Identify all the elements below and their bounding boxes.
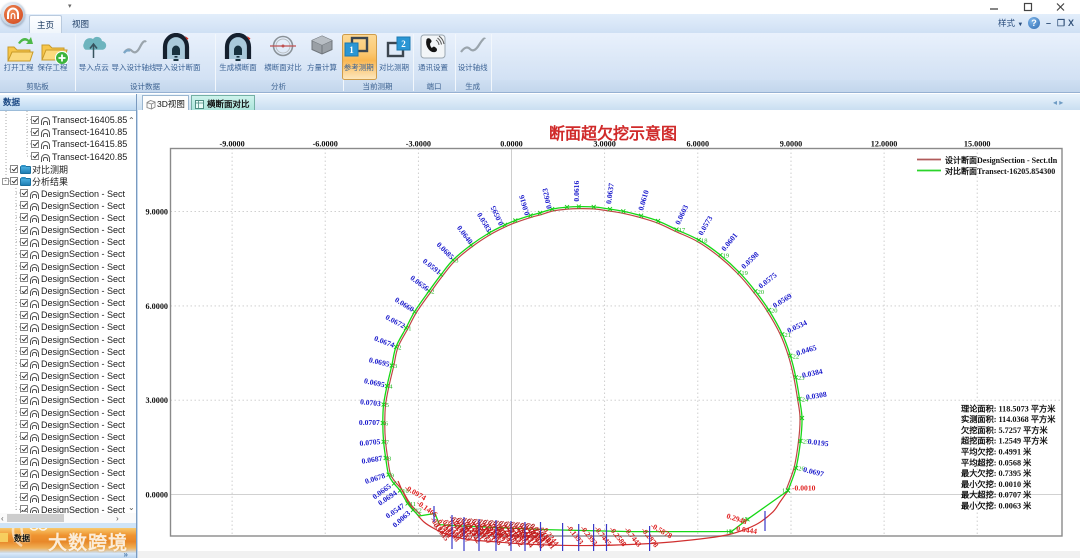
svg-text:2: 2: [431, 289, 434, 296]
svg-text:9.0000: 9.0000: [145, 208, 168, 217]
svg-text:6.0000: 6.0000: [145, 302, 168, 311]
svg-text:16: 16: [726, 529, 733, 536]
svg-text:19: 19: [723, 253, 730, 260]
svg-text:平均超挖: 0.0568 米: 平均超挖: 0.0568 米: [961, 457, 1032, 467]
svg-text:-3.0000: -3.0000: [406, 140, 431, 149]
svg-text:0.0707: 0.0707: [359, 418, 380, 427]
svg-text:3: 3: [455, 258, 458, 265]
svg-text:1: 1: [349, 45, 354, 55]
svg-text:0.0000: 0.0000: [500, 140, 523, 149]
svg-text:6.0000: 6.0000: [687, 140, 710, 149]
svg-text:3.0000: 3.0000: [145, 396, 168, 405]
svg-text:最小欠挖: 0.0063 米: 最小欠挖: 0.0063 米: [961, 501, 1032, 511]
svg-text:设计断面DesignSection - Sect.tln: 设计断面DesignSection - Sect.tln: [945, 155, 1058, 165]
svg-text:欠挖面积: 5.7257 平方米: 欠挖面积: 5.7257 平方米: [961, 425, 1048, 435]
svg-text:9.0000: 9.0000: [780, 140, 803, 149]
svg-text:0.0705: 0.0705: [359, 437, 381, 448]
svg-text:最小欠挖: 0.0010 米: 最小欠挖: 0.0010 米: [961, 479, 1032, 489]
svg-text:5: 5: [386, 402, 389, 409]
svg-text:超挖面积: 1.2549 平方米: 超挖面积: 1.2549 平方米: [960, 436, 1048, 446]
svg-text:8: 8: [388, 456, 391, 463]
svg-text:理论面积: 118.5073 平方米: 理论面积: 118.5073 平方米: [961, 403, 1056, 413]
svg-text:18: 18: [701, 238, 708, 245]
svg-text:3: 3: [394, 363, 397, 370]
svg-text:1: 1: [408, 326, 411, 333]
svg-text:0.0000: 0.0000: [145, 491, 168, 500]
svg-text:最大超挖: 0.0707 米: 最大超挖: 0.0707 米: [961, 490, 1032, 500]
svg-text:15.0000: 15.0000: [964, 140, 991, 149]
svg-text:2: 2: [398, 345, 401, 352]
svg-text:17: 17: [679, 227, 686, 234]
svg-text:14: 14: [782, 488, 789, 495]
svg-text:断面超欠挖示意图: 断面超欠挖示意图: [549, 124, 677, 143]
svg-text:-0.0010: -0.0010: [792, 484, 816, 493]
svg-text:12.0000: 12.0000: [871, 140, 898, 149]
svg-text:2: 2: [401, 39, 406, 49]
svg-text:平均欠挖: 0.4991 米: 平均欠挖: 0.4991 米: [961, 447, 1032, 457]
svg-text:最大欠挖: 0.7395 米: 最大欠挖: 0.7395 米: [961, 468, 1032, 478]
svg-text:对比断面Transect-16205.854300: 对比断面Transect-16205.854300: [945, 166, 1055, 176]
svg-text:实测面积: 114.0368 平方米: 实测面积: 114.0368 平方米: [961, 414, 1056, 424]
svg-text:9: 9: [391, 472, 394, 479]
svg-text:-9.0000: -9.0000: [219, 140, 244, 149]
svg-text:-6.0000: -6.0000: [313, 140, 338, 149]
svg-text:0.0616: 0.0616: [572, 181, 581, 202]
